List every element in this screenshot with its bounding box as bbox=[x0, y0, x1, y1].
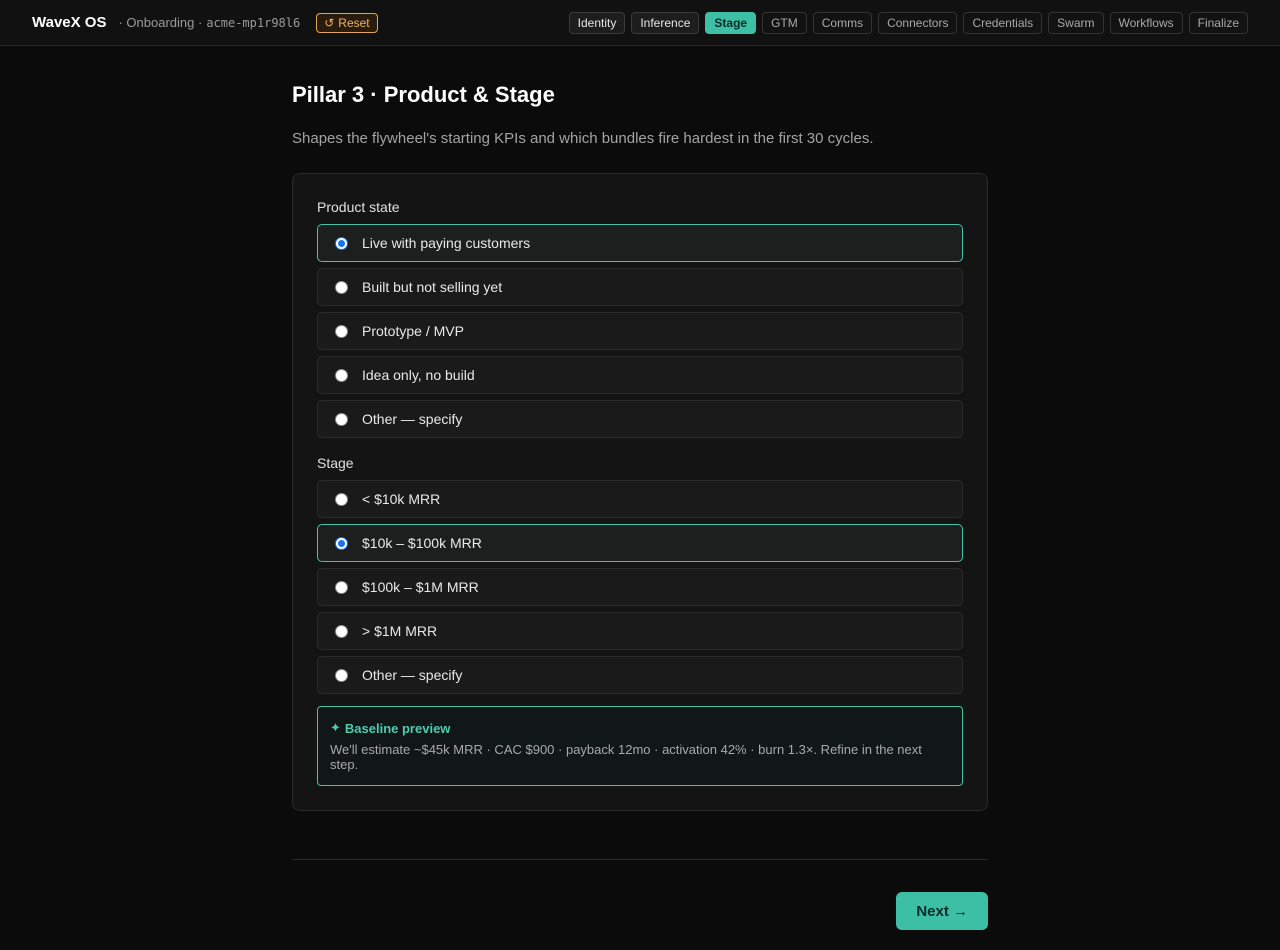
stage-label: Stage bbox=[317, 455, 354, 471]
radio-button[interactable] bbox=[335, 624, 348, 638]
step-tab-identity[interactable]: Identity bbox=[568, 11, 626, 34]
radio-button[interactable] bbox=[335, 236, 348, 250]
step-nav: Identity Inference Stage GTM Comms Connectors… bbox=[568, 11, 1248, 34]
product-state-label: Product state bbox=[317, 199, 400, 215]
product-state-option-label: Idea only, no build bbox=[362, 367, 475, 383]
stage-option-label: $100k – $1M MRR bbox=[362, 579, 479, 595]
product-state-option[interactable]: Built but not selling yet bbox=[317, 268, 963, 306]
stage-options: < $10k MRR $10k – $100k MRR $100k – $1M MR… bbox=[317, 480, 963, 694]
stage-option[interactable]: > $1M MRR bbox=[317, 612, 963, 650]
preview-title-row: ✦ Baseline preview bbox=[330, 720, 950, 736]
page-subtitle: Shapes the flywheel's starting KPIs and … bbox=[292, 130, 874, 147]
reset-icon: ↺ bbox=[324, 15, 335, 30]
step-tab-finalize[interactable]: Finalize bbox=[1188, 11, 1248, 34]
radio-button[interactable] bbox=[335, 324, 348, 338]
radio-button[interactable] bbox=[335, 536, 348, 550]
stage-option[interactable]: $100k – $1M MRR bbox=[317, 568, 963, 606]
main-content: Pillar 3 · Product & Stage Shapes the fl… bbox=[292, 46, 988, 930]
product-state-option[interactable]: Live with paying customers bbox=[317, 224, 963, 262]
top-bar: WaveX OS · Onboarding · acme-mp1r98l6 ↺ … bbox=[0, 0, 1280, 46]
stage-option[interactable]: $10k – $100k MRR bbox=[317, 524, 963, 562]
page-title: Pillar 3 · Product & Stage bbox=[292, 82, 555, 107]
stage-option-label: > $1M MRR bbox=[362, 623, 438, 639]
radio-button[interactable] bbox=[335, 412, 348, 426]
step-tab-inference[interactable]: Inference bbox=[631, 11, 700, 34]
preview-title: Baseline preview bbox=[344, 720, 451, 736]
reset-button[interactable]: ↺ Reset bbox=[316, 12, 378, 33]
reset-label: Reset bbox=[338, 15, 370, 30]
product-state-options: Live with paying customers Built but not … bbox=[317, 224, 963, 438]
workspace-id: acme-mp1r98l6 bbox=[206, 15, 301, 30]
radio-button[interactable] bbox=[335, 668, 348, 682]
preview-text: We'll estimate ~$45k MRR · CAC $900 · pa… bbox=[330, 742, 922, 772]
stage-option-label: $10k – $100k MRR bbox=[362, 535, 482, 551]
step-tab-workflows[interactable]: Workflows bbox=[1109, 11, 1183, 34]
baseline-preview: ✦ Baseline preview We'll estimate ~$45k … bbox=[317, 706, 963, 786]
stage-option[interactable]: < $10k MRR bbox=[317, 480, 963, 518]
radio-button[interactable] bbox=[335, 580, 348, 594]
stage-option[interactable]: Other — specify bbox=[317, 656, 963, 694]
product-state-option[interactable]: Prototype / MVP bbox=[317, 312, 963, 350]
sparkle-icon: ✦ bbox=[330, 720, 341, 735]
radio-button[interactable] bbox=[335, 280, 348, 294]
step-tab-swarm[interactable]: Swarm bbox=[1048, 11, 1104, 34]
product-state-option-label: Prototype / MVP bbox=[362, 323, 464, 339]
next-button[interactable]: Next → bbox=[896, 892, 988, 930]
footer-divider bbox=[292, 859, 988, 860]
stage-option-label: < $10k MRR bbox=[362, 491, 441, 507]
step-tab-gtm[interactable]: GTM bbox=[762, 11, 807, 34]
step-tab-stage[interactable]: Stage bbox=[705, 11, 757, 34]
brand-name: WaveX OS bbox=[32, 14, 107, 31]
product-state-option-label: Other — specify bbox=[362, 411, 463, 427]
radio-button[interactable] bbox=[335, 492, 348, 506]
radio-button[interactable] bbox=[335, 368, 348, 382]
footer: Next → bbox=[292, 892, 988, 930]
stage-option-label: Other — specify bbox=[362, 667, 463, 683]
form-card: Product state Live with paying customers… bbox=[292, 173, 988, 811]
section-label: · Onboarding · bbox=[118, 15, 203, 30]
product-state-option[interactable]: Other — specify bbox=[317, 400, 963, 438]
product-state-option-label: Live with paying customers bbox=[362, 235, 531, 251]
product-state-option[interactable]: Idea only, no build bbox=[317, 356, 963, 394]
product-state-option-label: Built but not selling yet bbox=[362, 279, 503, 295]
step-tab-credentials[interactable]: Credentials bbox=[963, 11, 1043, 34]
step-tab-connectors[interactable]: Connectors bbox=[878, 11, 958, 34]
step-tab-comms[interactable]: Comms bbox=[812, 11, 873, 34]
